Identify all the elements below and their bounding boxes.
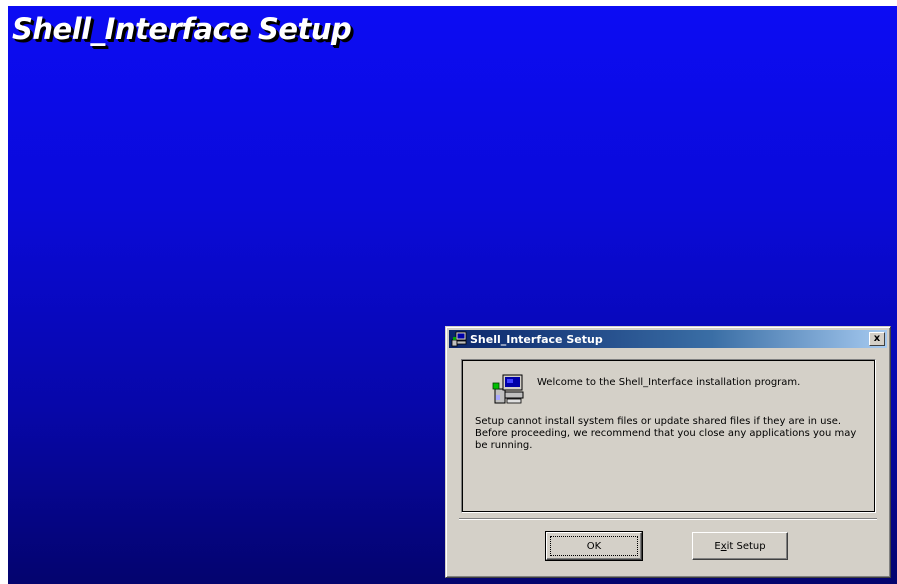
setup-computer-icon	[491, 373, 525, 407]
setup-dialog: Shell_Interface Setup x Welcome to the S…	[445, 326, 891, 578]
focus-rectangle	[550, 536, 638, 556]
dialog-titlebar[interactable]: Shell_Interface Setup x	[449, 330, 887, 348]
ok-button[interactable]: OK	[545, 531, 643, 561]
setup-background: Shell_Interface Setup Shell_Interface Se…	[8, 6, 897, 584]
warning-message: Setup cannot install system files or upd…	[475, 416, 857, 451]
close-button[interactable]: x	[869, 332, 885, 346]
exit-setup-button-label: Exit Setup	[714, 541, 765, 552]
setup-computer-icon	[451, 331, 467, 347]
exit-label-suffix: it Setup	[726, 540, 766, 552]
dialog-title: Shell_Interface Setup	[470, 332, 603, 346]
setup-background-title: Shell_Interface Setup	[12, 12, 352, 46]
exit-setup-button[interactable]: Exit Setup	[692, 532, 788, 560]
button-separator	[459, 518, 877, 520]
content-panel-frame: Welcome to the Shell_Interface installat…	[462, 360, 875, 512]
close-icon: x	[873, 333, 881, 344]
content-panel: Welcome to the Shell_Interface installat…	[461, 359, 876, 513]
welcome-message: Welcome to the Shell_Interface installat…	[537, 377, 801, 388]
